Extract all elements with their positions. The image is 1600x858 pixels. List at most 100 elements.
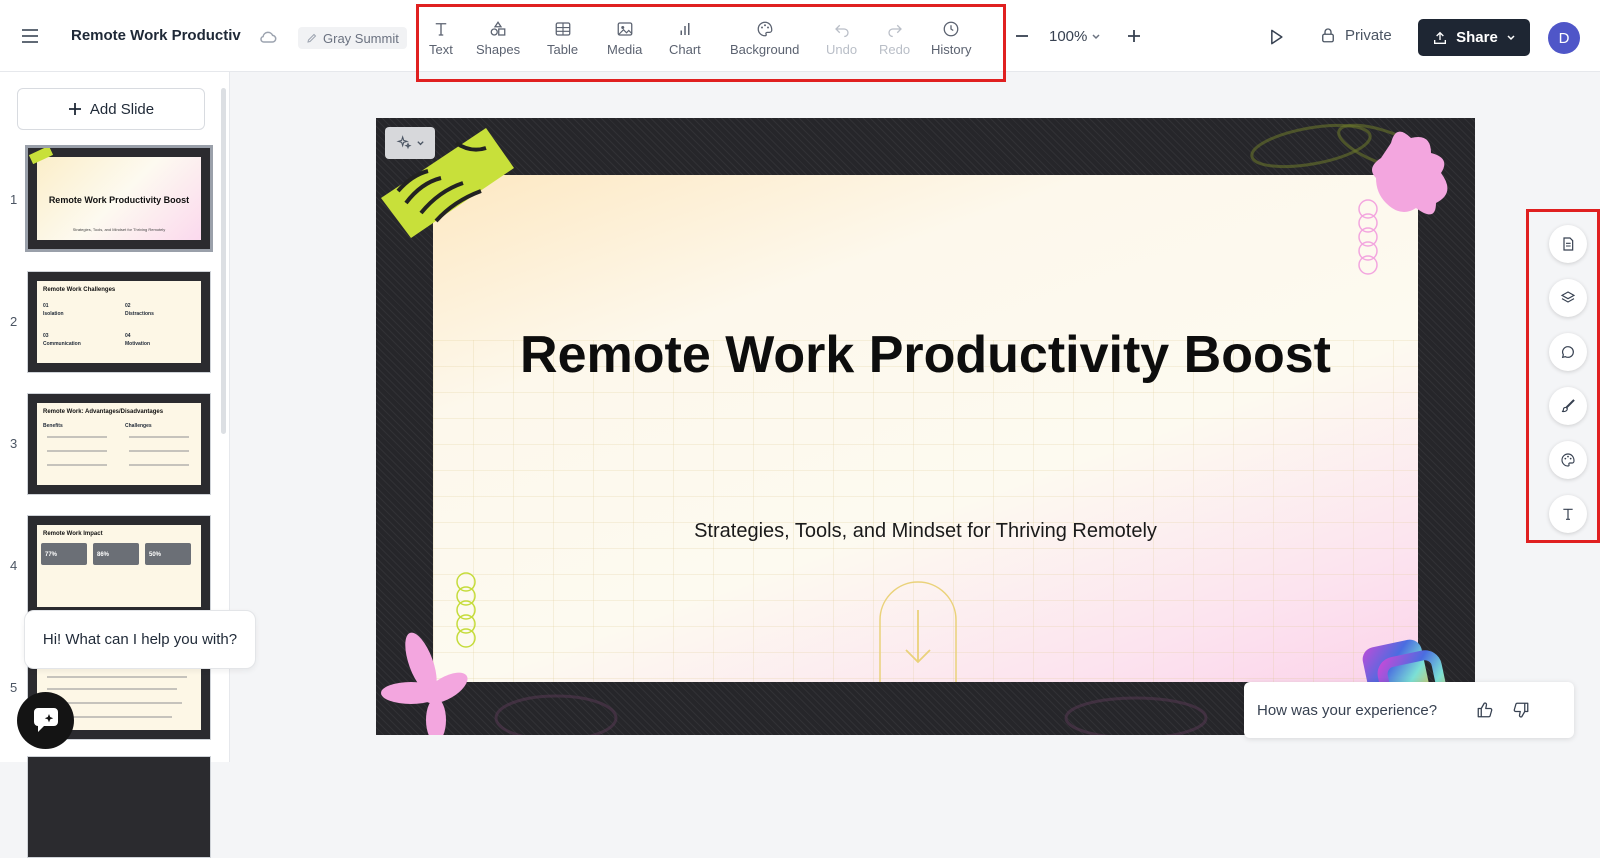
tool-background[interactable]: Background <box>730 20 799 57</box>
thumbnail-line <box>129 450 189 452</box>
slide-number: 2 <box>10 314 18 329</box>
share-button[interactable]: Share <box>1418 19 1530 56</box>
tool-text[interactable]: Text <box>429 20 453 57</box>
layers-icon <box>1560 290 1576 306</box>
tool-media[interactable]: Media <box>607 20 642 57</box>
tool-shapes[interactable]: Shapes <box>476 20 520 57</box>
privacy-button[interactable]: Private <box>1319 26 1392 44</box>
thumbnail-text: 02 <box>125 303 131 309</box>
thumbnail-line <box>47 464 107 466</box>
stat-box: 77% <box>41 543 87 565</box>
sparkle-icon <box>395 135 412 151</box>
zoom-select[interactable]: 100% <box>1049 28 1101 45</box>
upload-icon <box>1432 30 1448 46</box>
thumbnail-line <box>129 464 189 466</box>
thumbnail-card: Remote Work: Advantages/Disadvantages Be… <box>37 403 201 485</box>
zoom-out-button[interactable] <box>1014 28 1030 44</box>
tool-label: Media <box>607 42 643 57</box>
pink-blob-decoration <box>1372 131 1448 215</box>
comment-icon <box>1560 344 1576 360</box>
thumbnail-text: Communication <box>43 341 81 347</box>
slide-thumbnail-6[interactable] <box>27 756 211 858</box>
slide-title[interactable]: Remote Work Productivity Boost <box>433 325 1418 385</box>
layers-button[interactable] <box>1549 279 1587 317</box>
text-style-button[interactable] <box>1549 495 1587 533</box>
menu-icon[interactable] <box>22 24 48 48</box>
slide-thumbnail-4[interactable]: Remote Work Impact 77% 86% 50% <box>27 515 211 617</box>
text-style-icon <box>1560 506 1576 522</box>
thumbnail-line <box>47 688 177 690</box>
slide-number: 1 <box>10 192 18 207</box>
title-card[interactable]: Remote Work Productivity Boost Strategie… <box>433 175 1418 682</box>
feedback-question: How was your experience? <box>1257 701 1438 719</box>
palette-icon <box>1560 452 1576 468</box>
tool-label: Background <box>730 42 800 57</box>
thumbnail-text: 04 <box>125 333 131 339</box>
lock-icon <box>1319 26 1337 44</box>
thumbnail-line <box>47 676 187 678</box>
tool-label: Undo <box>826 42 858 57</box>
tool-chart[interactable]: Chart <box>669 20 701 57</box>
pink-flower-decoration <box>381 632 468 735</box>
thumbnail-card: Remote Work Impact 77% 86% 50% <box>37 525 201 607</box>
tool-history[interactable]: History <box>931 20 971 57</box>
slide-subtitle[interactable]: Strategies, Tools, and Mindset for Thriv… <box>433 520 1418 543</box>
design-brush-button[interactable] <box>1549 387 1587 425</box>
assistant-chat-button[interactable] <box>17 692 74 749</box>
tool-redo[interactable]: Redo <box>879 20 910 57</box>
thumbnail-subtitle: Strategies, Tools, and Mindset for Thriv… <box>72 227 166 232</box>
assistant-chat-bubble[interactable]: Hi! What can I help you with? <box>24 610 256 669</box>
thumbnail-text: 01 <box>43 303 49 309</box>
tool-undo[interactable]: Undo <box>826 20 857 57</box>
theme-chip[interactable]: Gray Summit <box>298 27 407 49</box>
tool-label: Table <box>547 42 579 57</box>
notes-button[interactable] <box>1549 225 1587 263</box>
present-play-button[interactable] <box>1266 27 1286 47</box>
cloud-saved-icon <box>258 27 278 47</box>
image-icon <box>616 20 634 38</box>
palette-icon <box>756 20 774 38</box>
slide-thumbnail-3[interactable]: Remote Work: Advantages/Disadvantages Be… <box>27 393 211 495</box>
thumbnail-line <box>47 450 107 452</box>
redo-icon <box>886 20 904 38</box>
theme-palette-button[interactable] <box>1549 441 1587 479</box>
share-label: Share <box>1456 29 1498 46</box>
document-title[interactable]: Remote Work Productivi <box>71 27 241 44</box>
magic-edit-button[interactable] <box>385 127 435 159</box>
feedback-widget: How was your experience? <box>1244 682 1574 738</box>
thumbnail-text: Benefits <box>43 423 63 429</box>
chat-sparkle-icon <box>31 707 61 735</box>
thumbnail-title: Remote Work Impact <box>43 531 103 537</box>
zoom-value: 100% <box>1049 28 1088 45</box>
tool-label: Redo <box>879 42 911 57</box>
pencil-icon <box>306 32 318 44</box>
thumbs-up-button[interactable] <box>1467 692 1503 728</box>
thumbnail-text: 03 <box>43 333 49 339</box>
thumbs-down-button[interactable] <box>1503 692 1539 728</box>
thumbnail-line <box>129 436 189 438</box>
slide-canvas[interactable]: Remote Work Productivity Boost Strategie… <box>376 118 1475 735</box>
comments-button[interactable] <box>1549 333 1587 371</box>
slide-thumbnail-2[interactable]: Remote Work Challenges 01 Isolation 02 D… <box>27 271 211 373</box>
text-icon <box>432 20 450 38</box>
brush-icon <box>1560 398 1576 414</box>
thumbnail-line <box>47 436 107 438</box>
add-slide-button[interactable]: Add Slide <box>17 88 205 130</box>
zoom-in-button[interactable] <box>1126 28 1142 44</box>
tool-label: History <box>931 42 972 57</box>
tool-table[interactable]: Table <box>547 20 578 57</box>
thumbs-down-icon <box>1512 701 1530 719</box>
thumbnail-text: Motivation <box>125 341 150 347</box>
chevron-down-icon <box>1506 33 1516 43</box>
user-avatar[interactable]: D <box>1548 22 1580 54</box>
thumbnail-card: Remote Work Challenges 01 Isolation 02 D… <box>37 281 201 363</box>
notes-icon <box>1560 236 1576 252</box>
slide-thumbnail-1[interactable]: Remote Work Productivity Boost Strategie… <box>25 145 213 252</box>
thumbnail-title: Remote Work Productivity Boost <box>48 195 190 205</box>
stat-box: 50% <box>145 543 191 565</box>
sidebar-scrollbar[interactable] <box>221 88 226 434</box>
shapes-icon <box>489 20 507 38</box>
thumbnail-title: Remote Work: Advantages/Disadvantages <box>43 409 164 415</box>
plus-icon <box>68 102 82 116</box>
thumbnail-text: Distractions <box>125 311 154 317</box>
